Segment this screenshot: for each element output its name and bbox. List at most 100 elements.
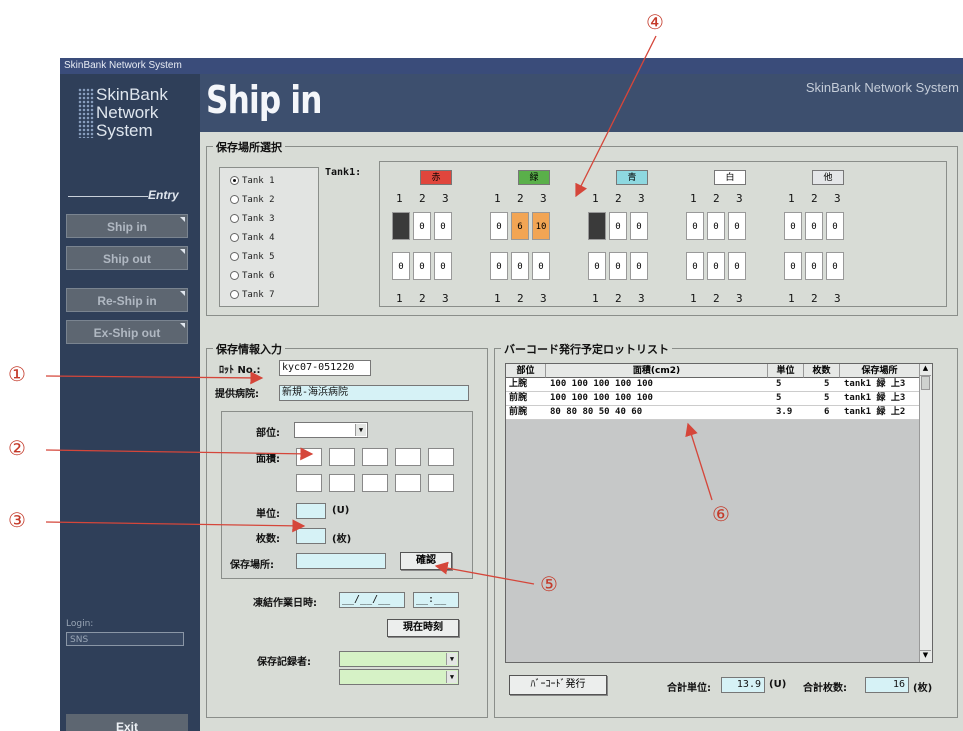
recorder-dropdown-icon-2: ▼ — [446, 671, 457, 683]
exit-button[interactable]: Exit — [66, 714, 188, 731]
slot-cell-bottom[interactable]: 0 — [784, 252, 802, 280]
radio-dot-icon[interactable] — [230, 290, 239, 299]
table-scrollbar[interactable]: ▲ ▼ — [919, 364, 932, 662]
place-label: 保存場所: — [230, 560, 274, 571]
scroll-up-icon[interactable]: ▲ — [920, 364, 931, 376]
slot-cell-bottom[interactable]: 0 — [826, 252, 844, 280]
hospital-field[interactable]: 新規-海浜病院 — [279, 385, 469, 401]
radio-dot-icon[interactable] — [230, 252, 239, 261]
slot-cell-bottom[interactable]: 0 — [707, 252, 725, 280]
slot-cell-bottom[interactable]: 0 — [434, 252, 452, 280]
tank-label: Tank1: — [325, 167, 362, 178]
slot-cell-top[interactable]: 0 — [630, 212, 648, 240]
slot-cell-top[interactable]: 0 — [686, 212, 704, 240]
slot-cell-bottom[interactable]: 0 — [392, 252, 410, 280]
radio-dot-icon[interactable] — [230, 271, 239, 280]
slot-cell-bottom[interactable]: 0 — [630, 252, 648, 280]
table-row[interactable]: 上腕 100 100 100 100 100 5 5 tank1 緑 上3 — [506, 378, 920, 392]
area-input-1[interactable] — [296, 448, 322, 466]
nav-exship-out-button[interactable]: Ex-Ship out — [66, 320, 188, 344]
lotlist-group-title: バーコード発行予定ロットリスト — [501, 341, 672, 357]
slot-cell-top[interactable]: 0 — [707, 212, 725, 240]
area-input-10[interactable] — [428, 474, 454, 492]
freeze-date-field[interactable]: __/__/__ — [339, 592, 405, 608]
radio-dot-icon[interactable] — [230, 233, 239, 242]
color-button-1[interactable]: 赤 — [420, 170, 452, 185]
slot-cell-bottom[interactable]: 0 — [413, 252, 431, 280]
slot-cell-top[interactable]: 0 — [805, 212, 823, 240]
tank-radio-4[interactable]: Tank 4 — [230, 233, 275, 243]
slot-cell-bottom[interactable]: 0 — [728, 252, 746, 280]
slot-cell-top[interactable]: 0 — [784, 212, 802, 240]
area-input-6[interactable] — [296, 474, 322, 492]
freeze-time-field[interactable]: __:__ — [413, 592, 459, 608]
color-button-4[interactable]: 白 — [714, 170, 746, 185]
brand-text: SkinBank Network System — [805, 80, 959, 95]
slot-cell-top[interactable]: 6 — [511, 212, 529, 240]
slot-cell-top[interactable]: 0 — [826, 212, 844, 240]
radio-dot-icon[interactable] — [230, 176, 239, 185]
slot-cell-top[interactable] — [392, 212, 410, 240]
radio-dot-icon[interactable] — [230, 195, 239, 204]
area-input-5[interactable] — [428, 448, 454, 466]
slot-cell-bottom[interactable]: 0 — [490, 252, 508, 280]
tank-radio-2[interactable]: Tank 2 — [230, 195, 275, 205]
slot-cell-bottom[interactable]: 0 — [588, 252, 606, 280]
unit-field[interactable] — [296, 503, 326, 519]
tank-radio-3[interactable]: Tank 3 — [230, 214, 275, 224]
slot-cell-top[interactable]: 10 — [532, 212, 550, 240]
storage-info-group: 保存情報入力 ﾛｯﾄ No.: kyc07-051220 提供病院: 新規-海浜… — [206, 341, 488, 718]
slot-cell-top[interactable]: 0 — [434, 212, 452, 240]
lot-list-group: バーコード発行予定ロットリスト 部位 面積(cm2) 単位 枚数 保存場所 上腕… — [494, 341, 958, 718]
column-number: 1 — [592, 292, 599, 305]
column-number: 1 — [396, 292, 403, 305]
nav-ship-in-button[interactable]: Ship in — [66, 214, 188, 238]
radio-dot-icon[interactable] — [230, 214, 239, 223]
recorder-select-1[interactable]: ▼ — [339, 651, 459, 667]
freeze-datetime-label: 凍結作業日時: — [253, 598, 317, 609]
slot-cell-top[interactable] — [588, 212, 606, 240]
confirm-button[interactable]: 確認 — [400, 552, 452, 570]
column-number: 2 — [615, 292, 622, 305]
barcode-issue-button[interactable]: ﾊﾞｰｺｰﾄﾞ発行 — [509, 675, 607, 695]
login-field[interactable]: SNS — [66, 632, 184, 646]
color-button-2[interactable]: 緑 — [518, 170, 550, 185]
slot-cell-top[interactable]: 0 — [728, 212, 746, 240]
slot-cell-top[interactable]: 0 — [490, 212, 508, 240]
tank-radio-label: Tank 1 — [242, 176, 275, 186]
area-input-2[interactable] — [329, 448, 355, 466]
table-row[interactable]: 前腕 80 80 80 50 40 60 3.9 6 tank1 緑 上2 — [506, 406, 920, 420]
place-field[interactable] — [296, 553, 386, 569]
storage-group-title: 保存場所選択 — [213, 139, 285, 155]
slot-cell-bottom[interactable]: 0 — [609, 252, 627, 280]
area-input-8[interactable] — [362, 474, 388, 492]
slot-cell-bottom[interactable]: 0 — [686, 252, 704, 280]
color-button-5[interactable]: 他 — [812, 170, 844, 185]
area-input-9[interactable] — [395, 474, 421, 492]
slot-cell-top[interactable]: 0 — [609, 212, 627, 240]
tank-radio-6[interactable]: Tank 6 — [230, 271, 275, 281]
scroll-down-icon[interactable]: ▼ — [920, 650, 931, 662]
tank-radio-5[interactable]: Tank 5 — [230, 252, 275, 262]
table-row[interactable]: 前腕 100 100 100 100 100 5 5 tank1 緑 上3 — [506, 392, 920, 406]
count-field[interactable] — [296, 528, 326, 544]
area-input-3[interactable] — [362, 448, 388, 466]
slot-cell-bottom[interactable]: 0 — [532, 252, 550, 280]
tank-radio-1[interactable]: Tank 1 — [230, 176, 275, 186]
scroll-thumb[interactable] — [921, 376, 930, 390]
area-input-4[interactable] — [395, 448, 421, 466]
nav-ship-out-button[interactable]: Ship out — [66, 246, 188, 270]
nav-reship-in-button[interactable]: Re-Ship in — [66, 288, 188, 312]
slot-cell-top[interactable]: 0 — [413, 212, 431, 240]
part-dropdown-icon: ▼ — [355, 424, 366, 436]
recorder-select-2[interactable]: ▼ — [339, 669, 459, 685]
part-select[interactable]: ▼ — [294, 422, 368, 438]
cell-unit: 3.9 — [776, 407, 793, 417]
slot-cell-bottom[interactable]: 0 — [805, 252, 823, 280]
color-button-3[interactable]: 青 — [616, 170, 648, 185]
slot-cell-bottom[interactable]: 0 — [511, 252, 529, 280]
lot-no-field[interactable]: kyc07-051220 — [279, 360, 371, 376]
tank-radio-7[interactable]: Tank 7 — [230, 290, 275, 300]
now-time-button[interactable]: 現在時刻 — [387, 619, 459, 637]
area-input-7[interactable] — [329, 474, 355, 492]
